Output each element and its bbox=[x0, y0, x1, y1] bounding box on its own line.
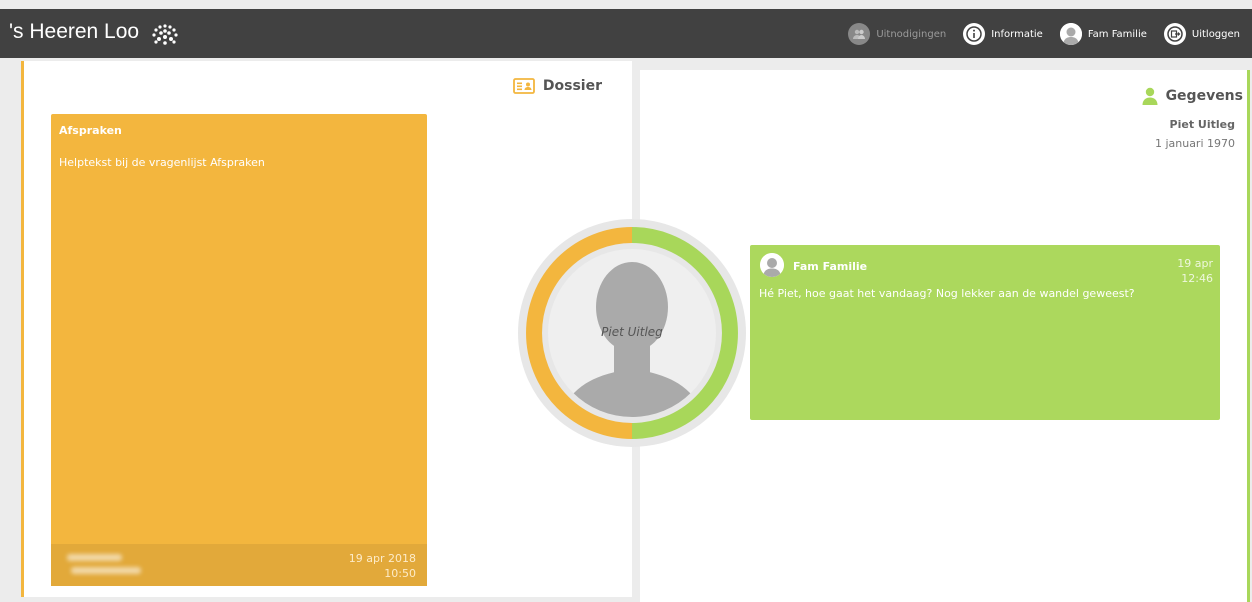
afspraken-card[interactable]: Afspraken Helptekst bij de vragenlijst A… bbox=[51, 114, 427, 586]
logout-icon bbox=[1163, 23, 1186, 45]
id-card-icon bbox=[512, 78, 535, 94]
gegevens-heading: Gegevens bbox=[1142, 87, 1243, 105]
card-timestamp: 19 apr 2018 10:50 bbox=[349, 551, 416, 581]
info-icon bbox=[963, 23, 986, 45]
nav-uitloggen[interactable]: Uitloggen bbox=[1163, 23, 1240, 45]
gegevens-title: Gegevens bbox=[1165, 88, 1243, 104]
message-time: 12:46 bbox=[1181, 272, 1213, 285]
nav-label: Fam Familie bbox=[1087, 28, 1147, 40]
card-date: 19 apr 2018 bbox=[348, 552, 416, 565]
person-birthdate: 1 januari 1970 bbox=[1154, 137, 1235, 150]
logo-dots-icon bbox=[152, 24, 178, 45]
message-text: Hé Piet, hoe gaat het vandaag? Nog lekke… bbox=[759, 287, 1135, 300]
logo-text: 's Heeren Loo bbox=[9, 20, 140, 43]
dossier-heading: Dossier bbox=[512, 78, 602, 94]
message-date: 19 apr bbox=[1177, 257, 1213, 270]
card-text: Helptekst bij de vragenlijst Afspraken bbox=[59, 156, 265, 169]
message-timestamp: 19 apr 12:46 bbox=[1177, 256, 1213, 286]
nav-label: Uitloggen bbox=[1191, 28, 1240, 40]
person-icon bbox=[1142, 87, 1158, 105]
logo[interactable]: 's Heeren Loo bbox=[9, 20, 139, 44]
blurred-text bbox=[67, 554, 122, 561]
message-author: Fam Familie bbox=[793, 260, 868, 273]
top-bar: 's Heeren Loo Uitnodigingen Informatie F… bbox=[0, 9, 1252, 58]
card-footer: 19 apr 2018 10:50 bbox=[51, 544, 427, 586]
nav-label: Informatie bbox=[991, 28, 1043, 40]
nav-fam-familie[interactable]: Fam Familie bbox=[1059, 23, 1147, 45]
group-icon bbox=[848, 23, 871, 45]
card-time: 10:50 bbox=[384, 567, 416, 580]
nav-uitnodigingen[interactable]: Uitnodigingen bbox=[848, 23, 946, 45]
dossier-title: Dossier bbox=[542, 78, 602, 94]
nav-label: Uitnodigingen bbox=[876, 28, 947, 40]
author-avatar bbox=[760, 253, 784, 277]
top-nav: Uitnodigingen Informatie Fam Familie Uit… bbox=[831, 21, 1240, 47]
blurred-text bbox=[71, 567, 141, 574]
user-avatar-icon bbox=[760, 253, 784, 277]
center-profile-name: Piet Uitleg bbox=[601, 325, 663, 339]
message-card[interactable]: Fam Familie 19 apr 12:46 Hé Piet, hoe ga… bbox=[750, 245, 1220, 420]
user-avatar-icon bbox=[1059, 23, 1082, 45]
person-name: Piet Uitleg bbox=[1169, 118, 1235, 131]
card-title: Afspraken bbox=[59, 124, 122, 137]
nav-informatie[interactable]: Informatie bbox=[963, 23, 1043, 45]
